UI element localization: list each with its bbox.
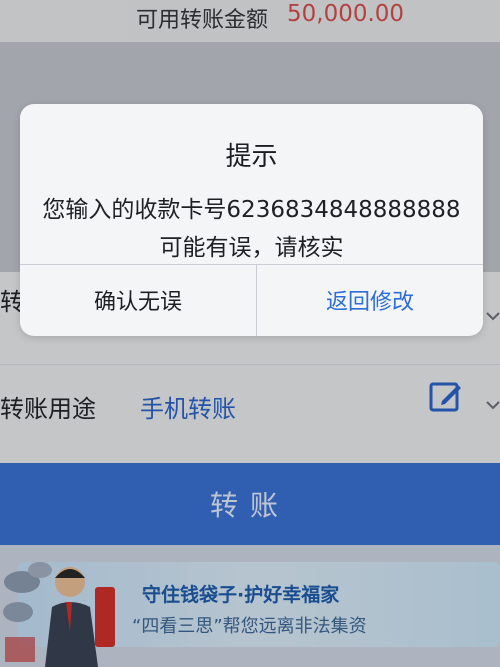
back-edit-button[interactable]: 返回修改 xyxy=(257,264,483,336)
dialog-message-line1: 您输入的收款卡号6236834848888888 xyxy=(42,197,461,223)
confirm-button[interactable]: 确认无误 xyxy=(20,264,256,336)
alert-dialog: 提示 您输入的收款卡号6236834848888888 可能有误，请核实 确认无… xyxy=(20,104,483,336)
dialog-message-line2: 可能有误，请核实 xyxy=(159,235,344,261)
dialog-title: 提示 xyxy=(225,142,278,172)
